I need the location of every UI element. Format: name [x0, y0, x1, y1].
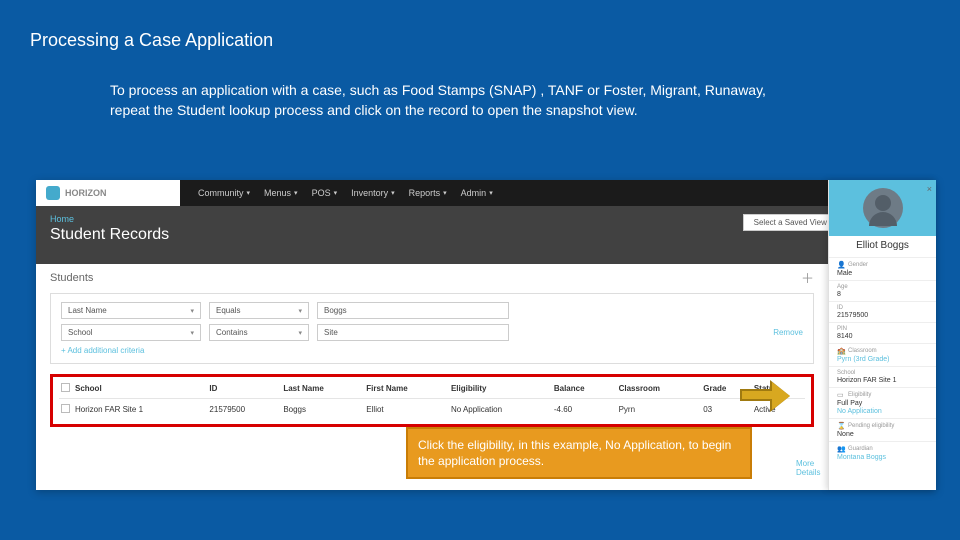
- chevron-down-icon: ▾: [443, 189, 447, 197]
- nav-menu: Community▾ Menus▾ POS▾ Inventory▾ Report…: [180, 188, 830, 198]
- filter-field-select[interactable]: Last Name▾: [61, 302, 201, 319]
- page-title: Student Records: [50, 226, 169, 244]
- row-checkbox[interactable]: [61, 404, 70, 413]
- page-banner: Home Student Records Select a Saved View…: [36, 206, 936, 264]
- cell-id: 21579500: [207, 399, 281, 421]
- nav-admin[interactable]: Admin▾: [461, 188, 493, 198]
- profile-pending: None: [837, 431, 928, 438]
- content-area: Students ＋ Last Name▾ Equals▾ Boggs Scho…: [36, 264, 828, 427]
- nav-reports[interactable]: Reports▾: [409, 188, 447, 198]
- select-all-checkbox[interactable]: [61, 383, 70, 392]
- filter-panel: Last Name▾ Equals▾ Boggs School▾ Contain…: [50, 293, 814, 364]
- profile-eligibility: Full Pay: [837, 400, 928, 407]
- chevron-down-icon: ▾: [334, 189, 338, 197]
- profile-application-link[interactable]: No Application: [837, 408, 928, 415]
- chevron-down-icon: ▾: [391, 189, 395, 197]
- profile-pin: 8140: [837, 333, 928, 340]
- results-highlight-box: School ID Last Name First Name Eligibili…: [50, 374, 814, 427]
- filter-row-1: Last Name▾ Equals▾ Boggs: [61, 302, 803, 319]
- close-icon[interactable]: ×: [927, 184, 932, 194]
- student-snapshot-panel: × Elliot Boggs 👤GenderMale Age8 ID215795…: [828, 180, 936, 490]
- nav-community[interactable]: Community▾: [198, 188, 250, 198]
- nav-menus[interactable]: Menus▾: [264, 188, 298, 198]
- results-table: School ID Last Name First Name Eligibili…: [59, 379, 805, 420]
- profile-school: Horizon FAR Site 1: [837, 377, 928, 384]
- chevron-down-icon: ▾: [298, 307, 302, 315]
- slide-title: Processing a Case Application: [0, 0, 960, 51]
- hourglass-icon: ⌛: [837, 422, 845, 430]
- cell-last: Boggs: [281, 399, 364, 421]
- brand-logo: HORIZON: [36, 180, 180, 206]
- callout-box: Click the eligibility, in this example, …: [406, 427, 752, 479]
- avatar: [863, 188, 903, 228]
- breadcrumb[interactable]: Home: [50, 214, 169, 224]
- filter-value-input[interactable]: Boggs: [317, 302, 509, 319]
- table-header-row: School ID Last Name First Name Eligibili…: [59, 379, 805, 399]
- col-eligibility[interactable]: Eligibility: [449, 379, 552, 399]
- students-heading: Students: [50, 272, 93, 284]
- saved-view-select[interactable]: Select a Saved View: [743, 214, 838, 231]
- filter-row-2: School▾ Contains▾ Site Remove: [61, 324, 803, 341]
- avatar-container: [829, 180, 936, 236]
- cell-eligibility[interactable]: No Application: [449, 399, 552, 421]
- add-student-icon[interactable]: ＋: [801, 268, 814, 287]
- brand-icon: [46, 186, 60, 200]
- more-details-link[interactable]: More Details: [796, 459, 828, 477]
- chevron-down-icon: ▾: [294, 189, 298, 197]
- top-nav: HORIZON Community▾ Menus▾ POS▾ Inventory…: [36, 180, 936, 206]
- profile-guardian-link[interactable]: Montana Boggs: [837, 454, 928, 461]
- brand-text: HORIZON: [65, 188, 107, 198]
- add-criteria-link[interactable]: + Add additional criteria: [61, 346, 803, 355]
- col-classroom[interactable]: Classroom: [617, 379, 702, 399]
- profile-name: Elliot Boggs: [829, 236, 936, 257]
- person-icon: 👤: [837, 261, 845, 269]
- school-icon: 🏫: [837, 347, 845, 355]
- guardian-icon: 👥: [837, 445, 845, 453]
- profile-gender: Male: [837, 270, 928, 277]
- chevron-down-icon: ▾: [190, 329, 194, 337]
- filter-field-select[interactable]: School▾: [61, 324, 201, 341]
- chevron-down-icon: ▾: [190, 307, 194, 315]
- col-id[interactable]: ID: [207, 379, 281, 399]
- profile-age: 8: [837, 291, 928, 298]
- profile-classroom-link[interactable]: Pyrn (3rd Grade): [837, 356, 928, 363]
- cell-school: Horizon FAR Site 1: [73, 399, 207, 421]
- chevron-down-icon: ▾: [247, 189, 251, 197]
- nav-inventory[interactable]: Inventory▾: [351, 188, 395, 198]
- arrow-callout: [740, 382, 792, 408]
- col-balance[interactable]: Balance: [552, 379, 617, 399]
- col-firstname[interactable]: First Name: [364, 379, 449, 399]
- cell-balance: -4.60: [552, 399, 617, 421]
- nav-pos[interactable]: POS▾: [312, 188, 338, 198]
- cell-first: Elliot: [364, 399, 449, 421]
- col-lastname[interactable]: Last Name: [281, 379, 364, 399]
- cell-classroom: Pyrn: [617, 399, 702, 421]
- chevron-down-icon: ▾: [298, 329, 302, 337]
- col-school[interactable]: School: [73, 379, 207, 399]
- chevron-down-icon: ▾: [489, 189, 493, 197]
- filter-value-input[interactable]: Site: [317, 324, 509, 341]
- card-icon: ▭: [837, 391, 845, 399]
- filter-op-select[interactable]: Equals▾: [209, 302, 309, 319]
- remove-filter-link[interactable]: Remove: [773, 328, 803, 337]
- slide-instruction: To process an application with a case, s…: [0, 51, 860, 136]
- profile-id: 21579500: [837, 312, 928, 319]
- table-row[interactable]: Horizon FAR Site 1 21579500 Boggs Elliot…: [59, 399, 805, 421]
- filter-op-select[interactable]: Contains▾: [209, 324, 309, 341]
